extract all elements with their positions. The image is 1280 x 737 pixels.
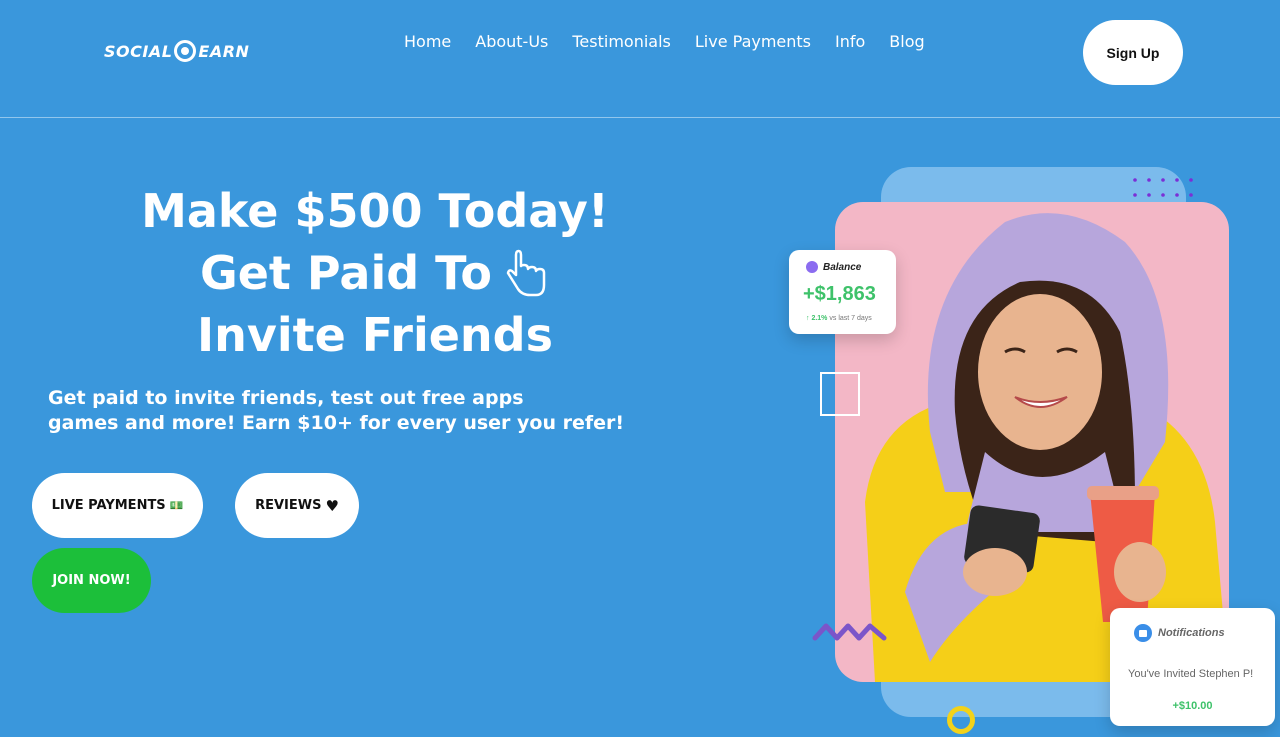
coin-icon [174,40,197,62]
balance-icon [806,261,818,273]
sign-up-button[interactable]: Sign Up [1083,20,1183,85]
notification-amount: +$10.00 [1172,700,1213,712]
logo-text-social: SOCIAL [104,41,173,61]
headline-line-1: Make $500 Today! [141,184,609,238]
site-header: SOCIAL EARN Home About-Us Testimonials L… [0,0,1280,118]
ring-decoration [947,706,975,734]
balance-title: Balance [823,261,862,273]
zigzag-decoration [812,623,887,641]
nav-blog[interactable]: Blog [889,32,924,51]
subtext-line-1: Get paid to invite friends, test out fre… [48,387,524,409]
notification-header: Notifications [1134,624,1225,642]
balance-header: Balance [806,261,861,273]
subtext-line-2: games and more! Earn $10+ for every user… [48,412,625,434]
nav-home[interactable]: Home [404,32,451,51]
nav-live-payments[interactable]: Live Payments [695,32,811,51]
notification-card: Notifications You've Invited Stephen P! … [1110,608,1275,726]
main-nav: Home About-Us Testimonials Live Payments… [404,32,925,51]
reviews-button[interactable]: REVIEWS ♥ [235,473,359,538]
balance-change: ↑ 2.1% vs last 7 days [806,315,872,322]
balance-change-note: vs last 7 days [829,315,872,322]
reviews-label: REVIEWS [255,498,322,513]
headline-line-2: Get Paid To [90,242,660,304]
join-now-button[interactable]: JOIN NOW! [32,548,151,613]
headline-line-2-text: Get Paid To [199,246,493,300]
nav-info[interactable]: Info [835,32,865,51]
notification-message: You've Invited Stephen P! [1128,668,1254,680]
pointing-hand-icon [506,249,546,297]
live-payments-button[interactable]: LIVE PAYMENTS 💵 [32,473,203,538]
headline-line-3: Invite Friends [196,308,553,362]
social-earn-logo[interactable]: SOCIAL EARN [104,38,249,64]
notification-title: Notifications [1158,627,1225,639]
balance-card: Balance +$1,863 ↑ 2.1% vs last 7 days [789,250,896,334]
logo-text-earn: EARN [198,41,250,61]
chat-bubble-icon [1134,624,1152,642]
arrow-up-icon: ↑ [806,315,810,322]
heart-icon: ♥ [325,496,339,515]
nav-testimonials[interactable]: Testimonials [572,32,671,51]
money-icon: 💵 [169,499,184,512]
nav-about-us[interactable]: About-Us [475,32,548,51]
hero-subtext: Get paid to invite friends, test out fre… [48,386,648,436]
hero-headline: Make $500 Today! Get Paid To Invite Frie… [90,180,660,366]
square-outline-decoration [820,372,860,416]
live-payments-label: LIVE PAYMENTS [51,498,166,513]
balance-amount: +$1,863 [803,283,876,305]
balance-change-pct: 2.1% [811,315,828,322]
